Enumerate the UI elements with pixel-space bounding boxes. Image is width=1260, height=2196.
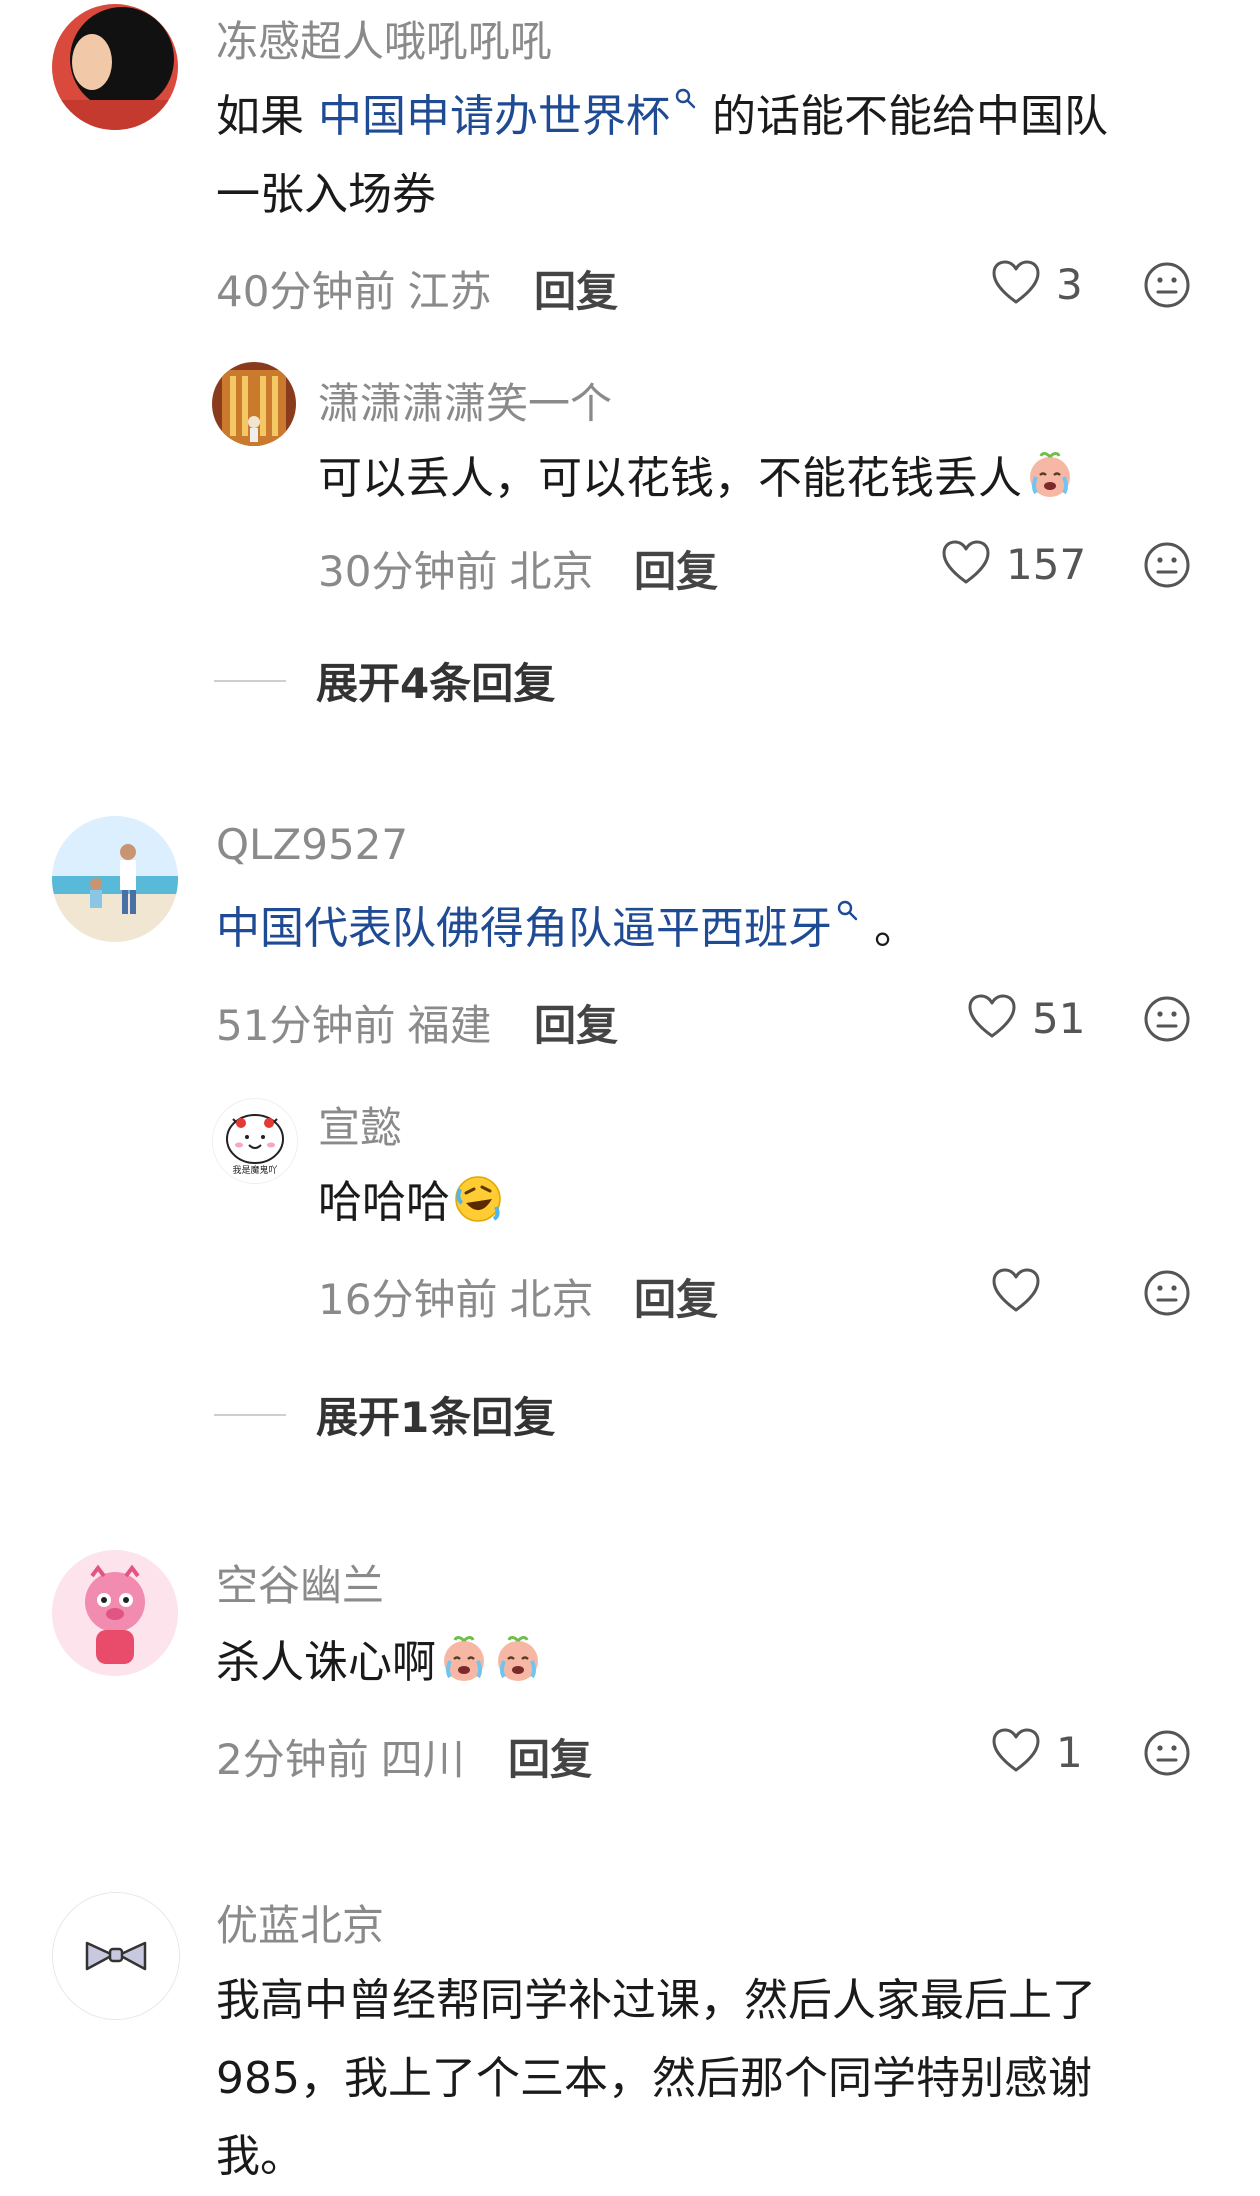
divider-line [214,679,286,682]
like-button[interactable]: 3 [990,254,1083,314]
timestamp: 40分钟前 [216,267,396,316]
user-avatar[interactable] [52,816,178,942]
expand-replies-label: 展开1条回复 [316,1393,556,1442]
username[interactable]: 冻感超人哦吼吼吼 [216,8,552,69]
like-button[interactable] [990,1262,1056,1322]
like-button[interactable]: 157 [940,534,1086,594]
reply-button[interactable]: 回复 [634,538,718,599]
search-link[interactable]: 中国申请办世界杯 [318,91,670,142]
user-avatar[interactable] [52,1550,178,1676]
heart-outline-icon [942,540,990,584]
reply-meta: 30分钟前 北京 [318,538,593,599]
neutral-face-icon[interactable] [1142,540,1192,590]
expand-replies-label: 展开4条回复 [316,659,556,708]
reply-username[interactable]: 宣懿 [318,1094,402,1155]
like-count: 157 [1006,539,1087,589]
reply-text: 可以丢人，可以花钱，不能花钱丢人 [318,440,1198,518]
search-icon[interactable] [674,87,698,111]
heart-outline-icon [968,994,1016,1038]
search-link[interactable]: 中国代表队佛得角队逼平西班牙 [216,903,832,954]
comment-text: 如果 中国申请办世界杯 的话能不能给中国队 一张入场券 [216,78,1206,234]
location: 北京 [509,1275,594,1324]
timestamp: 30分钟前 [318,547,498,596]
search-icon[interactable] [836,899,860,923]
like-count: 1 [1056,1727,1083,1777]
divider-line [214,1413,286,1416]
location: 四川 [380,1735,465,1784]
comment-meta: 2分钟前 四川 [216,1726,465,1787]
expand-replies-button[interactable]: 展开4条回复 [214,650,555,711]
comment-text: 杀人诛心啊 [216,1624,1206,1702]
timestamp: 2分钟前 [216,1735,369,1784]
comment-text-line3: 我。 [216,2131,304,2182]
heart-outline-icon [992,260,1040,304]
heart-outline-icon [992,1728,1040,1772]
user-avatar[interactable] [52,4,178,130]
reply-avatar[interactable]: 我是魔鬼吖 [212,1098,298,1184]
like-button[interactable]: 1 [990,1722,1083,1782]
comment-text: 我高中曾经帮同学补过课，然后人家最后上了 985，我上了个三本，然后那个同学特别… [216,1962,1206,2196]
timestamp: 51分钟前 [216,1001,396,1050]
crying-emoji-icon [438,1633,490,1685]
comment-text-prefix: 如果 [216,91,304,142]
reply-username[interactable]: 潇潇潇潇笑一个 [318,370,612,431]
username[interactable]: QLZ9527 [216,820,408,869]
like-count: 51 [1032,993,1086,1043]
crying-emoji-icon [492,1633,544,1685]
location: 江苏 [407,267,492,316]
comment-text-suffix: 。 [874,903,918,954]
neutral-face-icon[interactable] [1142,1268,1192,1318]
reply-button[interactable]: 回复 [534,992,618,1053]
user-avatar[interactable] [52,1892,180,2020]
comment-meta: 40分钟前 江苏 [216,258,491,319]
reply-text: 哈哈哈 [318,1164,1198,1242]
like-count: 3 [1056,259,1083,309]
comment-meta: 51分钟前 福建 [216,992,491,1053]
comment-text-line2: 一张入场券 [216,169,436,220]
rolling-laughing-emoji-icon [452,1173,504,1225]
crying-emoji-icon [1024,449,1076,501]
comment-text-line1: 我高中曾经帮同学补过课，然后人家最后上了 [216,1975,1096,2026]
reply-button[interactable]: 回复 [534,258,618,319]
comment-list: 冻感超人哦吼吼吼 如果 中国申请办世界杯 的话能不能给中国队 一张入场券 40分钟… [0,0,1260,2184]
reply-text-content: 可以丢人，可以花钱，不能花钱丢人 [318,453,1022,504]
expand-replies-button[interactable]: 展开1条回复 [214,1384,555,1445]
timestamp: 16分钟前 [318,1275,498,1324]
neutral-face-icon[interactable] [1142,994,1192,1044]
neutral-face-icon[interactable] [1142,1728,1192,1778]
location: 福建 [407,1001,492,1050]
reply-avatar[interactable] [212,362,296,446]
username[interactable]: 优蓝北京 [216,1892,384,1953]
avatar-caption: 我是魔鬼吖 [232,1164,277,1176]
like-button[interactable]: 51 [966,988,1085,1048]
comment-text-suffix: 的话能不能给中国队 [712,91,1108,142]
reply-button[interactable]: 回复 [634,1266,718,1327]
location: 北京 [509,547,594,596]
reply-meta: 16分钟前 北京 [318,1266,593,1327]
neutral-face-icon[interactable] [1142,260,1192,310]
comment-text-content: 杀人诛心啊 [216,1637,436,1688]
comment-text: 中国代表队佛得角队逼平西班牙。 [216,890,1206,968]
reply-text-content: 哈哈哈 [318,1177,450,1228]
username[interactable]: 空谷幽兰 [216,1552,384,1613]
reply-button[interactable]: 回复 [508,1726,592,1787]
heart-outline-icon [992,1268,1040,1312]
comment-text-line2: 985，我上了个三本，然后那个同学特别感谢 [216,2053,1092,2104]
